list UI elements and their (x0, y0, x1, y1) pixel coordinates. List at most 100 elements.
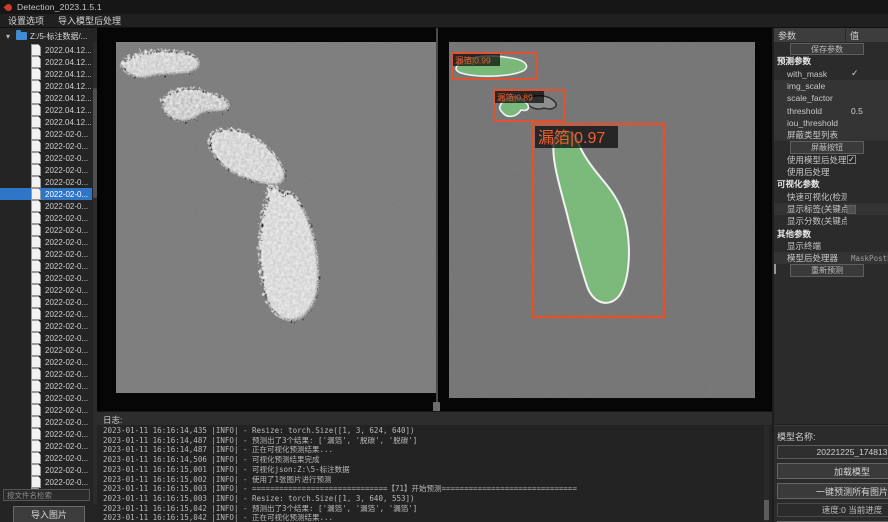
log-title: 日志: (97, 412, 772, 425)
file-icon (31, 140, 41, 152)
tree-item-label: 2022-02-0... (45, 382, 88, 391)
chevron-down-icon[interactable]: ▾ (6, 32, 14, 41)
tree-item[interactable]: 2022.04.12... (0, 44, 92, 56)
tree-item[interactable]: 2022-02-0... (0, 272, 92, 284)
param-img-scale[interactable]: img_scale (774, 80, 888, 92)
tree-item[interactable]: 2022-02-0... (0, 260, 92, 272)
file-icon (31, 272, 41, 284)
tree-item-label: 2022-02-0... (45, 250, 88, 259)
tree-item[interactable]: 2022-02-0... (0, 392, 92, 404)
tree-item[interactable]: 2022-02-0... (0, 320, 92, 332)
tree-item[interactable]: 2022.04.12... (0, 92, 92, 104)
param-show-score-keypoint[interactable]: 显示分数(关键点) (774, 215, 888, 227)
tree-item[interactable]: 2022-02-0... (0, 440, 92, 452)
param-with-mask[interactable]: with_mask✓ (774, 68, 888, 80)
mask-button[interactable]: 屏蔽按钮 (790, 141, 864, 153)
param-show-terminal[interactable]: 显示终端 (774, 240, 888, 252)
tree-item[interactable]: 2022-02-0... (0, 296, 92, 308)
tree-item[interactable]: 2022-02-0... (0, 236, 92, 248)
tree-item[interactable]: 2022.04.12... (0, 68, 92, 80)
tree-item-label: 2022-02-0... (45, 442, 88, 451)
log-scrollbar-thumb[interactable] (764, 500, 769, 520)
tree-item[interactable]: 2022-02-0... (0, 344, 92, 356)
model-section: 模型名称: 20221225_174813 加载模型 一键预测所有图片 速度:0… (774, 424, 888, 522)
menu-bar: 设置选项 导入模型后处理 (0, 14, 888, 28)
tree-item-label: 2022-02-0... (45, 394, 88, 403)
tree-root-folder[interactable]: ▾ Z:/5-标注数据/... (0, 30, 87, 42)
tree-item[interactable]: 2022.04.12... (0, 104, 92, 116)
log-scrollbar[interactable] (764, 426, 769, 521)
file-icon (31, 380, 41, 392)
tree-item-label: 2022-02-0... (45, 142, 88, 151)
file-icon (31, 104, 41, 116)
param-use-model-postprocess-label: 使用模型后处理 (774, 154, 847, 166)
tree-item[interactable]: 2022-02-0... (0, 464, 92, 476)
tree-item[interactable]: 2022-02-0... (0, 476, 92, 488)
param-show-label-keypoint[interactable]: 显示标签(关键点) (774, 203, 888, 215)
tree-item[interactable]: 2022-02-0... (0, 332, 92, 344)
save-params-button[interactable]: 保存参数 (790, 43, 864, 55)
file-icon (31, 44, 41, 56)
tree-item-label: 2022-02-0... (45, 346, 88, 355)
tree-item[interactable]: 2022.04.12... (0, 116, 92, 128)
file-tree-panel: ▾ Z:/5-标注数据/... 2022.04.12...2022.04.12.… (0, 28, 97, 522)
param-iou-threshold[interactable]: iou_threshold (774, 117, 888, 129)
param-mask-type-list[interactable]: 屏蔽类型列表 (774, 129, 888, 141)
image-workspace: 漏箔|0.99 漏箔|0.89 漏 (97, 28, 772, 411)
tree-item[interactable]: 2022-02-0... (0, 128, 92, 140)
file-icon (31, 248, 41, 260)
param-use-model-postprocess-checkbox[interactable]: ✓ (847, 155, 856, 164)
param-fast-visualize-detect[interactable]: 快速可视化(检测) (774, 191, 888, 203)
tree-item[interactable]: 2022-02-0... (0, 200, 92, 212)
log-line: 2023-01-11 16:16:15,003 |INFO| - Resize:… (103, 494, 758, 504)
tree-item[interactable]: 2022-02-0... (0, 284, 92, 296)
detection-label-2: 漏箔|0.89 (497, 93, 533, 103)
predict-all-button[interactable]: 一键预测所有图片 (777, 483, 888, 499)
filename-search-input[interactable] (3, 489, 90, 501)
param-scale-factor[interactable]: scale_factor (774, 92, 888, 104)
tree-item-label: 2022-02-0... (45, 166, 88, 175)
tree-item[interactable]: 2022-02-0... (0, 152, 92, 164)
log-line: 2023-01-11 16:16:14,506 |INFO| - 可视化预测结果… (103, 455, 758, 465)
tree-item-label: 2022-02-0... (45, 454, 88, 463)
tree-item[interactable]: 2022-02-0... (0, 368, 92, 380)
tree-item-label: 2022-02-0... (45, 274, 88, 283)
viewport-splitter[interactable] (436, 28, 438, 411)
menu-settings-options[interactable]: 设置选项 (8, 14, 44, 27)
load-model-button[interactable]: 加载模型 (777, 463, 888, 479)
original-image-viewport[interactable] (100, 28, 437, 411)
tree-item[interactable]: 2022-02-0... (0, 140, 92, 152)
tree-item-label: 2022-02-0... (45, 226, 88, 235)
grayscale-photo-predicted: 漏箔|0.99 漏箔|0.89 漏 (449, 42, 755, 398)
file-icon (31, 260, 41, 272)
tree-item[interactable]: 2022-02-0... (0, 248, 92, 260)
tree-item[interactable]: 2022-02-0... (0, 356, 92, 368)
param-threshold[interactable]: threshold0.5 (774, 104, 888, 116)
tree-item[interactable]: 2022-02-0... (0, 404, 92, 416)
param-model-postprocessor[interactable]: 模型后处理器MaskPostProc (774, 252, 888, 264)
model-name-field[interactable]: 20221225_174813 (777, 445, 888, 459)
import-image-button[interactable]: 导入图片 (13, 506, 85, 522)
tree-item[interactable]: 2022-02-0... (0, 224, 92, 236)
tree-item[interactable]: 2022-02-0... (0, 188, 92, 200)
param-show-label-keypoint-checkbox[interactable] (847, 205, 856, 214)
tree-item[interactable]: 2022-02-0... (0, 380, 92, 392)
param-use-postprocess[interactable]: 使用后处理 (774, 166, 888, 178)
tree-item[interactable]: 2022-02-0... (0, 416, 92, 428)
param-show-score-keypoint-label: 显示分数(关键点) (774, 215, 847, 227)
log-output[interactable]: 2023-01-11 16:16:14,435 |INFO| - Resize:… (103, 426, 758, 522)
tree-item[interactable]: 2022-02-0... (0, 308, 92, 320)
param-use-model-postprocess[interactable]: 使用模型后处理✓ (774, 154, 888, 166)
file-icon (31, 128, 41, 140)
file-icon (31, 56, 41, 68)
tree-item[interactable]: 2022.04.12... (0, 80, 92, 92)
tree-item[interactable]: 2022-02-0... (0, 452, 92, 464)
tree-item[interactable]: 2022.04.12... (0, 56, 92, 68)
tree-item[interactable]: 2022-02-0... (0, 164, 92, 176)
prediction-image-viewport[interactable]: 漏箔|0.99 漏箔|0.89 漏 (440, 28, 770, 411)
tree-item[interactable]: 2022-02-0... (0, 428, 92, 440)
menu-import-model-postprocess[interactable]: 导入模型后处理 (58, 14, 121, 27)
re-predict-button[interactable]: 重新预测 (790, 264, 864, 276)
tree-item[interactable]: 2022-02-0... (0, 176, 92, 188)
tree-item[interactable]: 2022-02-0... (0, 212, 92, 224)
